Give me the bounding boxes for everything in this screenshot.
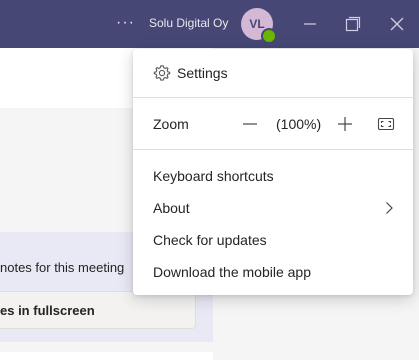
close-icon [390, 17, 404, 31]
check-for-updates-menu-item[interactable]: Check for updates [133, 225, 413, 255]
zoom-label: Zoom [153, 116, 189, 132]
gear-icon [153, 65, 171, 81]
minimize-button[interactable] [298, 12, 322, 36]
about-label: About [153, 200, 190, 216]
settings-menu-item[interactable]: Settings [133, 49, 413, 97]
zoom-value: (100%) [276, 116, 322, 132]
close-button[interactable] [385, 12, 409, 36]
minimize-icon [304, 23, 316, 25]
download-mobile-app-menu-item[interactable]: Download the mobile app [133, 257, 413, 287]
fullscreen-label: es in fullscreen [0, 303, 95, 318]
settings-label: Settings [177, 65, 228, 81]
plus-icon[interactable] [336, 115, 354, 133]
minus-icon[interactable] [241, 115, 259, 133]
restore-button[interactable] [341, 12, 365, 36]
about-menu-item[interactable]: About [133, 193, 413, 223]
content-panel-bottom [0, 352, 213, 360]
download-mobile-app-label: Download the mobile app [153, 264, 311, 280]
fullscreen-icon[interactable] [377, 115, 395, 133]
title-bar: ··· Solu Digital Oy VL [0, 0, 419, 48]
fullscreen-button[interactable]: es in fullscreen [0, 291, 196, 329]
chevron-right-icon [386, 202, 393, 214]
check-for-updates-label: Check for updates [153, 232, 267, 248]
more-options-button[interactable]: ··· [116, 12, 134, 34]
organization-name[interactable]: Solu Digital Oy [149, 16, 228, 30]
menu-divider [133, 149, 413, 150]
settings-dropdown-menu: Settings Zoom (100%) Keyboard shortcuts … [133, 49, 413, 295]
zoom-row: Zoom (100%) [133, 98, 413, 149]
meeting-notes-text: notes for this meeting [0, 260, 125, 275]
presence-status-badge [261, 28, 277, 44]
keyboard-shortcuts-menu-item[interactable]: Keyboard shortcuts [133, 161, 413, 191]
restore-icon [345, 16, 361, 32]
keyboard-shortcuts-label: Keyboard shortcuts [153, 168, 274, 184]
